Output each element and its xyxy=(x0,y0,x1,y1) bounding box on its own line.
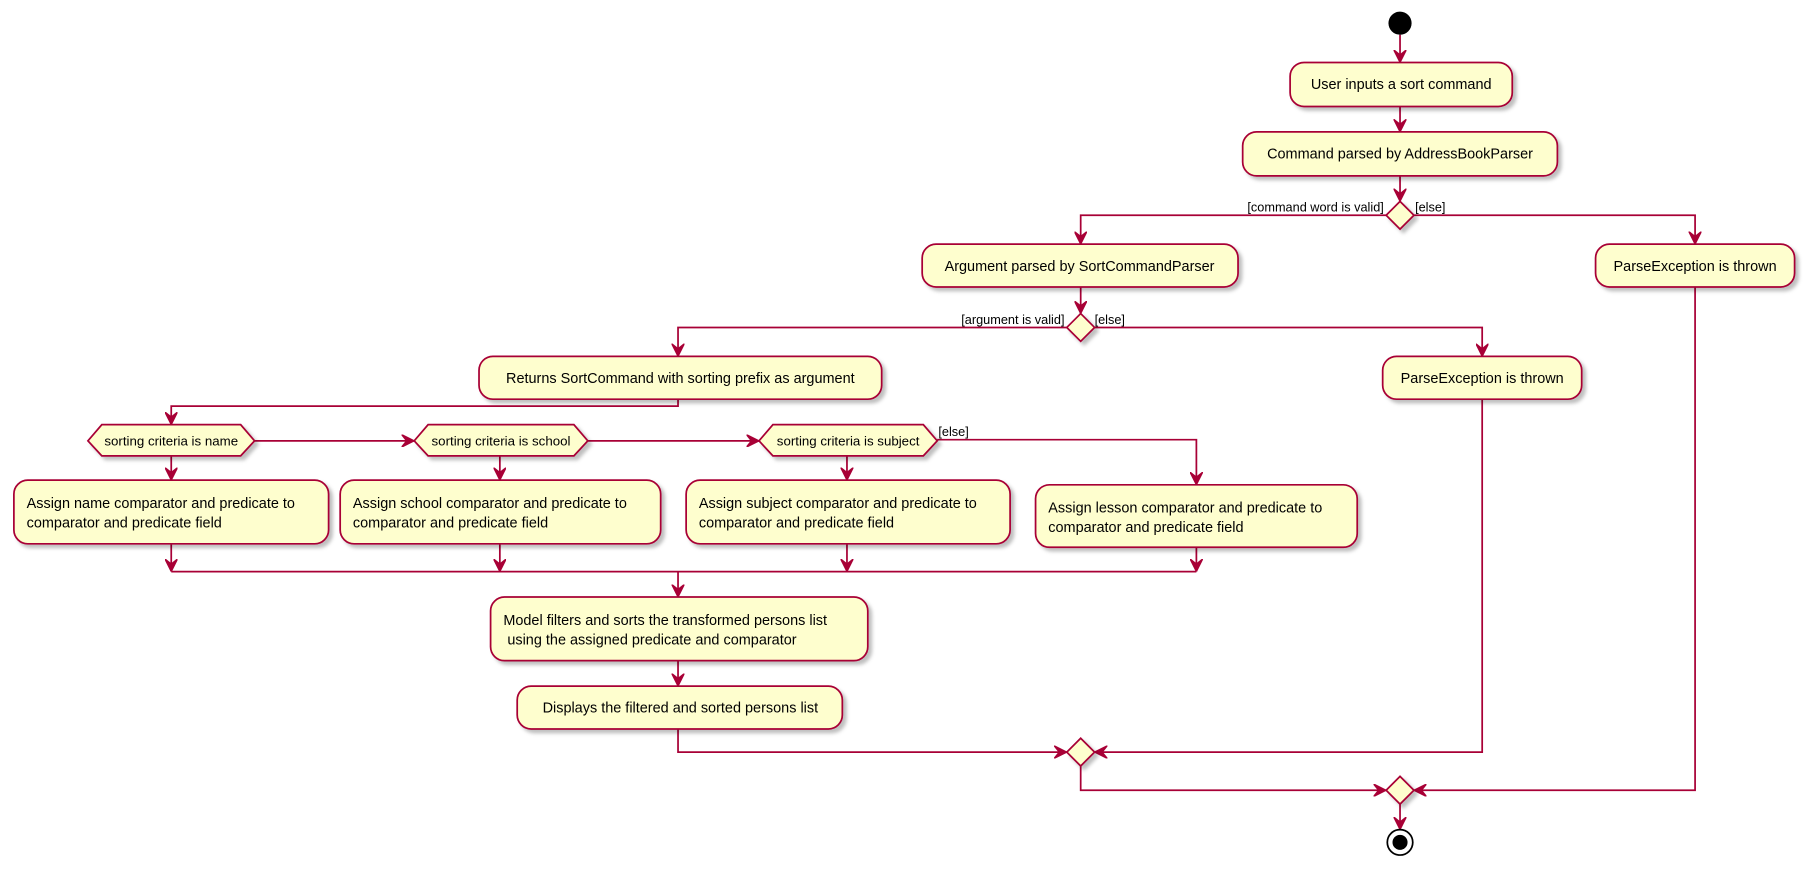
activity-display-list: Displays the filtered and sorted persons… xyxy=(516,685,844,730)
svg-text:Assign subject comparator and: Assign subject comparator and predicate … xyxy=(699,496,977,512)
activity-diagram: User inputs a sort command Command parse… xyxy=(13,11,1796,856)
activity-returns-sortcommand: Returns SortCommand with sorting prefix … xyxy=(478,355,883,401)
activity-assign-school: Assign school comparator and predicate t… xyxy=(339,479,662,545)
svg-text:ParseException is thrown: ParseException is thrown xyxy=(1614,259,1777,275)
svg-text:comparator and predicate field: comparator and predicate field xyxy=(353,516,548,532)
decision-criteria-subject: sorting criteria is subject xyxy=(757,423,939,457)
decision-criteria-name: sorting criteria is name xyxy=(86,423,256,457)
merge-command xyxy=(1384,775,1416,806)
activity-user-input: User inputs a sort command xyxy=(1289,61,1514,108)
guard-criteria-else: [else] xyxy=(938,424,968,439)
activity-model-filter-sort: Model filters and sorts the transformed … xyxy=(489,596,869,662)
start-node xyxy=(1388,11,1412,35)
activity-parse-exception-1: ParseException is thrown xyxy=(1594,243,1796,288)
activity-assign-subject: Assign subject comparator and predicate … xyxy=(685,479,1011,545)
svg-text:Argument parsed by SortCommand: Argument parsed by SortCommandParser xyxy=(945,259,1215,275)
svg-text:sorting criteria is school: sorting criteria is school xyxy=(432,433,571,448)
svg-text:comparator and predicate field: comparator and predicate field xyxy=(27,516,222,532)
svg-text:User inputs a sort command: User inputs a sort command xyxy=(1311,77,1492,93)
activity-sort-parser: Argument parsed by SortCommandParser xyxy=(921,243,1239,288)
merge-argument xyxy=(1065,736,1096,768)
guard-argument-else: [else] xyxy=(1095,312,1125,327)
svg-text:Returns SortCommand with sorti: Returns SortCommand with sorting prefix … xyxy=(506,371,855,387)
activity-address-parser: Command parsed by AddressBookParser xyxy=(1241,131,1559,177)
svg-text:Assign school comparator and p: Assign school comparator and predicate t… xyxy=(353,496,627,512)
svg-text:Assign lesson comparator and p: Assign lesson comparator and predicate t… xyxy=(1048,501,1322,517)
svg-text:sorting criteria is name: sorting criteria is name xyxy=(104,433,238,448)
activity-assign-lesson: Assign lesson comparator and predicate t… xyxy=(1034,483,1359,549)
decision-criteria-school: sorting criteria is school xyxy=(413,423,589,457)
svg-text:Displays the filtered and sort: Displays the filtered and sorted persons… xyxy=(543,701,819,717)
svg-text:Model filters and sorts the tr: Model filters and sorts the transformed … xyxy=(503,613,827,629)
svg-text:sorting criteria is subject: sorting criteria is subject xyxy=(777,433,920,448)
decision-argument xyxy=(1065,312,1096,343)
end-node xyxy=(1386,828,1414,856)
svg-text:using the assigned predicate a: using the assigned predicate and compara… xyxy=(503,632,796,648)
decision-command xyxy=(1384,200,1416,231)
guard-command-valid: [command word is valid] xyxy=(1247,200,1383,215)
activity-parse-exception-2: ParseException is thrown xyxy=(1381,355,1583,401)
svg-text:comparator and predicate field: comparator and predicate field xyxy=(1048,520,1243,536)
svg-text:ParseException is thrown: ParseException is thrown xyxy=(1401,371,1564,387)
guard-command-else: [else] xyxy=(1415,200,1445,215)
svg-text:Command parsed by AddressBookP: Command parsed by AddressBookParser xyxy=(1267,147,1533,163)
svg-text:Assign name comparator and pre: Assign name comparator and predicate to xyxy=(27,496,295,512)
activity-assign-name: Assign name comparator and predicate to … xyxy=(13,479,330,545)
svg-text:comparator and predicate field: comparator and predicate field xyxy=(699,516,894,532)
guard-argument-valid: [argument is valid] xyxy=(961,312,1064,327)
